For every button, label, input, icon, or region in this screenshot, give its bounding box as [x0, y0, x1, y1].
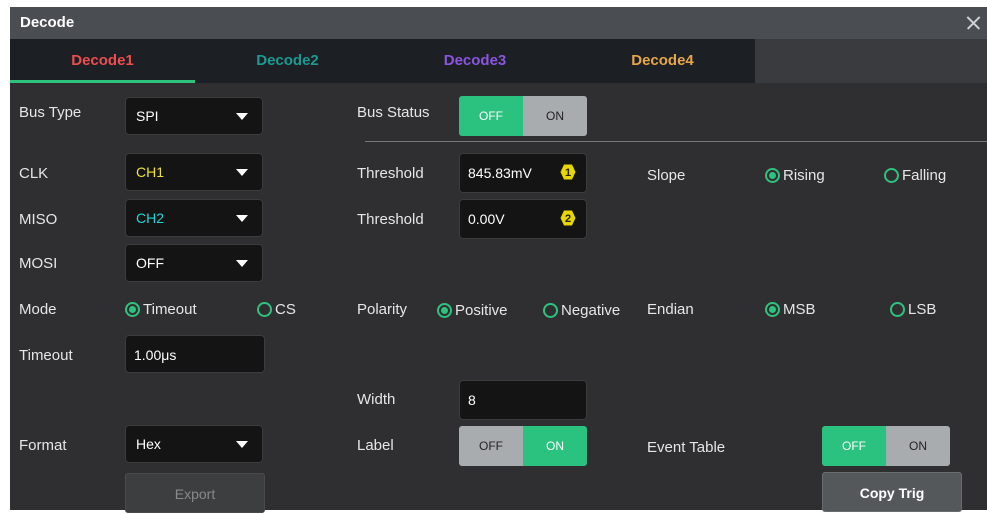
decode-tabs: Decode1 Decode2 Decode3 Decode4: [10, 39, 755, 83]
radio-unselected-icon: [257, 302, 272, 317]
copy-trig-button[interactable]: Copy Trig: [822, 472, 962, 512]
timeout-label: Timeout: [19, 347, 73, 364]
threshold1-value: 845.83mV: [468, 165, 532, 181]
radio-selected-icon: [437, 303, 452, 318]
label-toggle-label: Label: [357, 437, 394, 454]
polarity-positive-radio[interactable]: Positive: [437, 302, 508, 319]
threshold1-input[interactable]: 845.83mV 1: [459, 153, 587, 193]
timeout-input[interactable]: 1.00μs: [125, 335, 265, 373]
event-table-off[interactable]: OFF: [822, 426, 886, 466]
channel2-badge-text: 2: [565, 213, 571, 225]
decode-settings-panel: Bus Type SPI Bus Status OFF ON CLK CH1 T…: [10, 83, 987, 513]
chevron-down-icon: [236, 260, 248, 267]
clk-label: CLK: [19, 165, 49, 182]
bus-status-toggle[interactable]: OFF ON: [459, 96, 587, 136]
threshold2-label: Threshold: [357, 211, 424, 228]
slope-rising-label: Rising: [783, 167, 825, 184]
bus-type-select[interactable]: SPI: [125, 97, 263, 135]
tab-decode3[interactable]: Decode3: [380, 39, 570, 83]
miso-value: CH2: [136, 210, 165, 226]
title-bar: Decode: [10, 7, 987, 39]
slope-falling-radio[interactable]: Falling: [884, 167, 946, 184]
endian-msb-radio[interactable]: MSB: [765, 301, 816, 318]
divider: [365, 141, 987, 142]
endian-lsb-radio[interactable]: LSB: [890, 301, 936, 318]
mode-timeout-radio[interactable]: Timeout: [125, 301, 197, 318]
threshold2-value: 0.00V: [468, 211, 505, 227]
tab-decode2[interactable]: Decode2: [195, 39, 380, 83]
mosi-value: OFF: [136, 255, 164, 271]
bus-type-value: SPI: [136, 108, 159, 124]
radio-selected-icon: [765, 302, 780, 317]
close-icon[interactable]: [959, 7, 987, 39]
label-toggle[interactable]: OFF ON: [459, 426, 587, 466]
radio-unselected-icon: [890, 302, 905, 317]
tab-bar-filler: [755, 39, 987, 83]
label-toggle-off[interactable]: OFF: [459, 426, 523, 466]
bus-type-label: Bus Type: [19, 104, 82, 121]
timeout-value: 1.00μs: [134, 347, 177, 363]
mosi-select[interactable]: OFF: [125, 244, 263, 282]
format-select[interactable]: Hex: [125, 425, 263, 463]
endian-msb-label: MSB: [783, 301, 816, 318]
event-table-on[interactable]: ON: [886, 426, 950, 466]
threshold1-label: Threshold: [357, 165, 424, 182]
polarity-negative-label: Negative: [561, 302, 621, 319]
clk-value: CH1: [136, 164, 165, 180]
polarity-label: Polarity: [357, 301, 408, 318]
mode-cs-label: CS: [275, 301, 296, 318]
label-toggle-on[interactable]: ON: [523, 426, 587, 466]
endian-lsb-label: LSB: [908, 301, 937, 318]
channel2-badge-icon: 2: [560, 210, 576, 226]
mode-timeout-label: Timeout: [143, 301, 197, 318]
chevron-down-icon: [236, 215, 248, 222]
radio-selected-icon: [125, 302, 140, 317]
mode-cs-radio[interactable]: CS: [257, 301, 296, 318]
radio-unselected-icon: [543, 303, 558, 318]
chevron-down-icon: [236, 441, 248, 448]
bus-status-off[interactable]: OFF: [459, 96, 523, 136]
clk-select[interactable]: CH1: [125, 153, 263, 191]
event-table-label: Event Table: [647, 439, 726, 456]
threshold2-input[interactable]: 0.00V 2: [459, 199, 587, 239]
width-value: 8: [468, 392, 476, 408]
channel1-badge-icon: 1: [560, 164, 576, 180]
miso-select[interactable]: CH2: [125, 199, 263, 237]
width-label: Width: [357, 391, 396, 408]
slope-rising-radio[interactable]: Rising: [765, 167, 825, 184]
export-button[interactable]: Export: [125, 473, 265, 513]
channel1-badge-text: 1: [565, 167, 571, 179]
bus-status-on[interactable]: ON: [523, 96, 587, 136]
slope-label: Slope: [647, 167, 686, 184]
polarity-positive-label: Positive: [455, 302, 508, 319]
format-value: Hex: [136, 436, 161, 452]
endian-label: Endian: [647, 301, 694, 318]
chevron-down-icon: [236, 113, 248, 120]
tab-decode4[interactable]: Decode4: [570, 39, 755, 83]
mode-label: Mode: [19, 301, 57, 318]
polarity-negative-radio[interactable]: Negative: [543, 302, 620, 319]
slope-falling-label: Falling: [902, 167, 947, 184]
mosi-label: MOSI: [19, 255, 58, 272]
radio-selected-icon: [765, 168, 780, 183]
window-title: Decode: [20, 14, 75, 31]
event-table-toggle[interactable]: OFF ON: [822, 426, 950, 466]
decode-window: Decode Decode1 Decode2 Decode3 Decode4 B…: [10, 7, 987, 513]
bus-status-label: Bus Status: [357, 104, 430, 121]
chevron-down-icon: [236, 169, 248, 176]
miso-label: MISO: [19, 211, 58, 228]
format-label: Format: [19, 437, 67, 454]
width-input[interactable]: 8: [459, 380, 587, 420]
tab-decode1[interactable]: Decode1: [10, 39, 195, 83]
radio-unselected-icon: [884, 168, 899, 183]
